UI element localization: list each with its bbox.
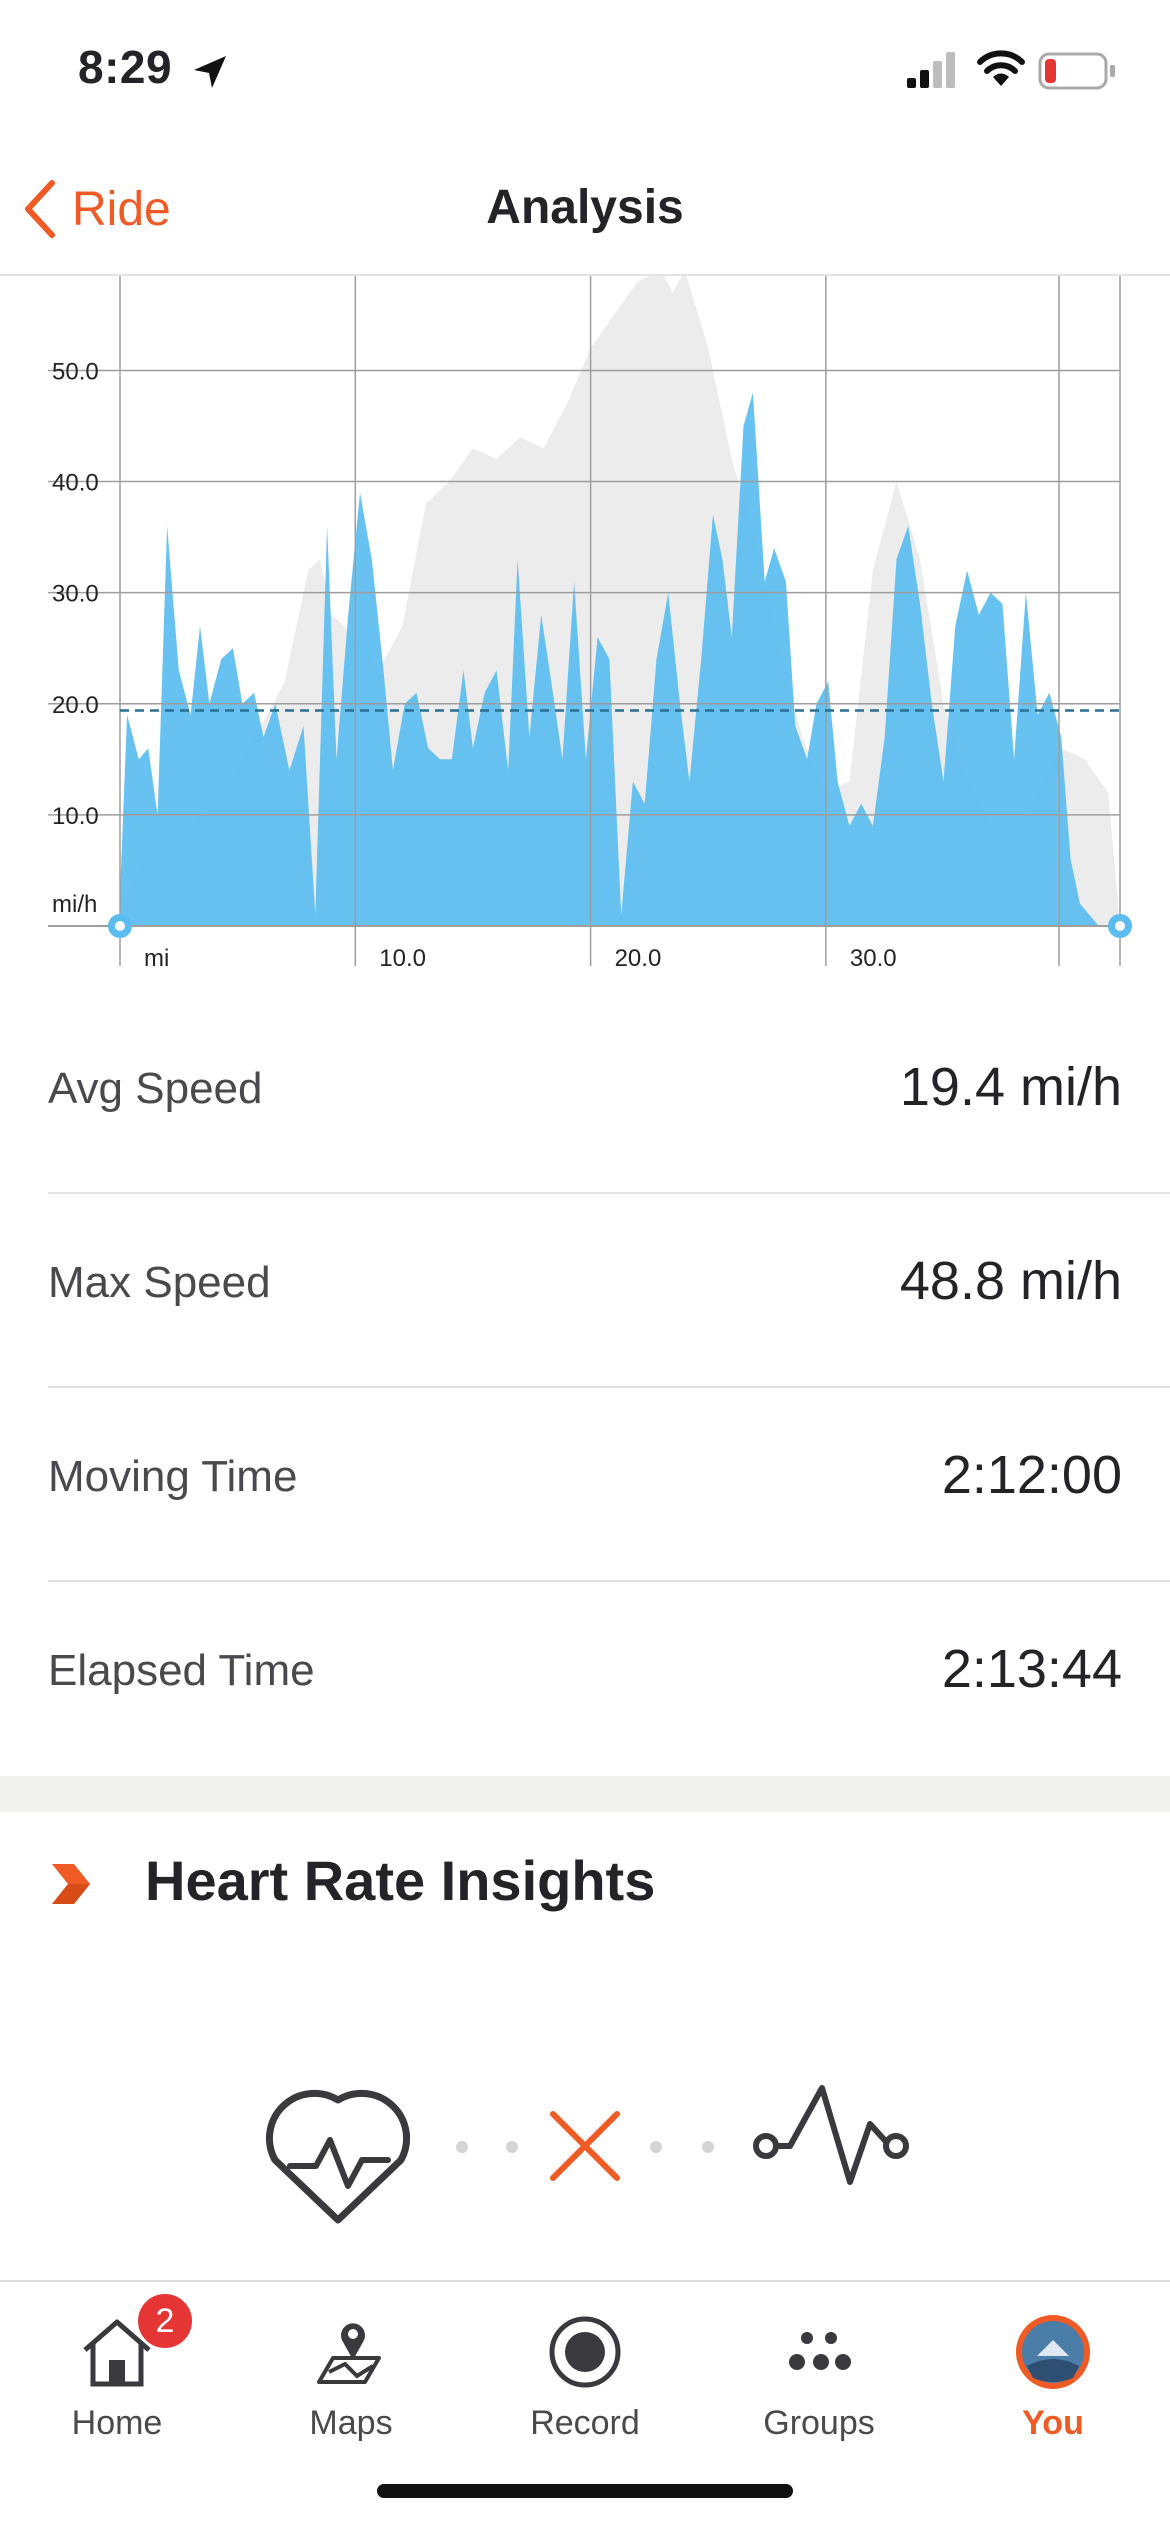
stat-label: Moving Time bbox=[48, 1452, 298, 1501]
tab-label: Groups bbox=[763, 2404, 875, 2442]
x-tick-label: 20.0 bbox=[615, 945, 662, 972]
status-time: 8:29 bbox=[78, 41, 173, 93]
avatar bbox=[1016, 2315, 1090, 2389]
section-divider bbox=[0, 1776, 1170, 1812]
range-handle-dot bbox=[1115, 921, 1125, 931]
y-tick-label: mi/h bbox=[52, 891, 97, 918]
heart-rate-insights-title: Heart Rate Insights bbox=[145, 1849, 656, 1912]
zigzag-sensor-icon bbox=[753, 2085, 909, 2185]
record-icon bbox=[549, 2316, 621, 2388]
stat-value: 2:12:00 bbox=[941, 1445, 1122, 1505]
stat-label: Elapsed Time bbox=[48, 1646, 315, 1695]
heart-rate-graphic bbox=[0, 2070, 1170, 2230]
x-tick-label: 10.0 bbox=[379, 945, 426, 972]
tab-label: You bbox=[1022, 2404, 1084, 2442]
groups-icon bbox=[789, 2332, 851, 2370]
stat-label: Avg Speed bbox=[48, 1064, 263, 1113]
home-indicator bbox=[377, 2484, 793, 2498]
y-tick-label: 20.0 bbox=[52, 692, 99, 719]
stat-row-moving-time: Moving Time 2:12:00 bbox=[48, 1388, 1170, 1582]
tab-you[interactable]: You bbox=[936, 2282, 1170, 2472]
battery-low-icon bbox=[1038, 52, 1115, 90]
stat-label: Max Speed bbox=[48, 1258, 271, 1307]
stat-row-avg-speed: Avg Speed 19.4 mi/h bbox=[48, 1000, 1170, 1194]
stat-row-max-speed: Max Speed 48.8 mi/h bbox=[48, 1194, 1170, 1388]
cellular-signal-icon bbox=[907, 52, 955, 88]
wifi-icon bbox=[977, 50, 1025, 86]
tab-label: Maps bbox=[309, 2404, 393, 2442]
speed-chart-svg: mi/h 10.0 20.0 30.0 40.0 50.0 mi 10.0 20.0 30.0 bbox=[48, 276, 1132, 972]
stats-list: Avg Speed 19.4 mi/h Max Speed 48.8 mi/h … bbox=[0, 1000, 1170, 1774]
y-tick-label: 10.0 bbox=[52, 803, 99, 830]
nav-header: Ride Analysis bbox=[0, 150, 1170, 276]
speed-chart[interactable]: mi/h 10.0 20.0 30.0 40.0 50.0 mi 10.0 20.0 30.0 bbox=[0, 276, 1170, 976]
page-title: Analysis bbox=[486, 181, 684, 234]
tab-home[interactable]: 2 Home bbox=[0, 2282, 234, 2472]
y-tick-label: 40.0 bbox=[52, 470, 99, 497]
tab-record[interactable]: Record bbox=[468, 2282, 702, 2472]
chevron-right-icon bbox=[52, 1864, 90, 1904]
tab-groups[interactable]: Groups bbox=[702, 2282, 936, 2472]
x-tick-label: mi bbox=[144, 945, 169, 972]
tab-label: Home bbox=[71, 2404, 163, 2442]
heart-pulse-icon bbox=[265, 2089, 411, 2224]
stat-row-elapsed-time: Elapsed Time 2:13:44 bbox=[48, 1582, 1170, 1774]
range-handle-dot bbox=[115, 921, 125, 931]
stat-value: 2:13:44 bbox=[941, 1639, 1122, 1699]
y-tick-label: 30.0 bbox=[52, 581, 99, 608]
x-tick-label: 30.0 bbox=[850, 945, 897, 972]
y-tick-label: 50.0 bbox=[52, 358, 99, 385]
x-icon bbox=[550, 2111, 620, 2181]
status-bar: 8:29 bbox=[0, 0, 1170, 150]
stat-value: 19.4 mi/h bbox=[899, 1057, 1122, 1117]
stat-value: 48.8 mi/h bbox=[899, 1251, 1122, 1311]
notification-badge: 2 bbox=[138, 2294, 192, 2348]
heart-rate-insights-header[interactable]: Heart Rate Insights bbox=[0, 1812, 1170, 1952]
map-pin-icon bbox=[317, 2323, 381, 2384]
location-arrow-icon bbox=[194, 56, 226, 88]
tab-label: Record bbox=[530, 2404, 640, 2442]
tab-maps[interactable]: Maps bbox=[234, 2282, 468, 2472]
